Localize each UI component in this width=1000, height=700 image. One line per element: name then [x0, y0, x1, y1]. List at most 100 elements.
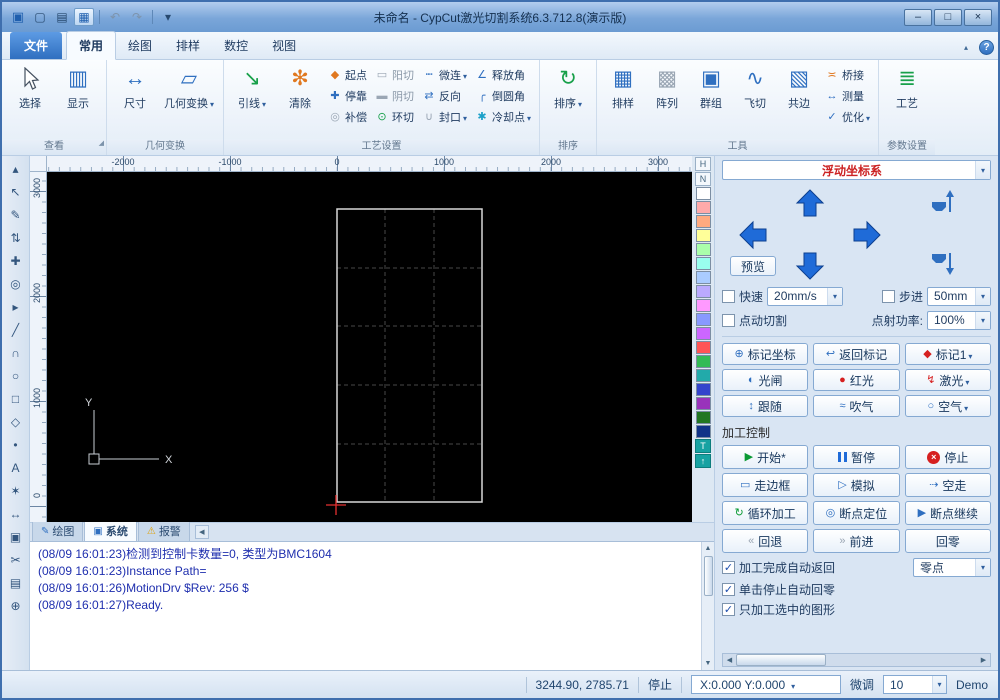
lead-line-button[interactable]: ↘ 引线 — [229, 62, 275, 139]
collapse-ribbon-icon[interactable] — [958, 41, 974, 55]
star-tool-icon[interactable]: ✶ — [5, 480, 27, 501]
open-file-icon[interactable]: ▤ — [52, 8, 72, 26]
measure-item[interactable]: ↔ 测量 — [822, 87, 873, 104]
fly-cut-button[interactable]: ∿ 飞切 — [734, 62, 776, 139]
frame-button[interactable]: ▭ 走边框 — [722, 473, 809, 497]
burst-power-select[interactable]: 100% — [927, 310, 991, 330]
loop-button[interactable]: ↻ 循环加工 — [722, 501, 809, 525]
color-swatch[interactable] — [695, 341, 711, 354]
bridge-item[interactable]: ≍ 桥接 — [822, 66, 873, 83]
step-select[interactable]: 50mm — [927, 286, 991, 306]
color-swatch[interactable] — [695, 411, 711, 424]
color-swatch[interactable] — [695, 243, 711, 256]
common-edge-button[interactable]: ▧ 共边 — [778, 62, 820, 139]
scroll-thumb[interactable] — [736, 654, 826, 666]
workpiece-rect[interactable] — [336, 208, 483, 503]
zoom-tool-icon[interactable]: ◎ — [5, 273, 27, 294]
order-edit-tool-icon[interactable]: ⇅ — [5, 227, 27, 248]
dry-run-button[interactable]: ⇢ 空走 — [904, 473, 991, 497]
auto-return-checkbox[interactable] — [722, 560, 735, 574]
maximize-button[interactable]: □ — [934, 8, 962, 26]
step-checkbox[interactable] — [881, 289, 895, 303]
color-swatch[interactable] — [695, 383, 711, 396]
color-swatch[interactable] — [695, 355, 711, 368]
color-swatch[interactable] — [695, 257, 711, 270]
scroll-left-icon[interactable] — [723, 654, 736, 666]
jog-cut-checkbox[interactable] — [722, 313, 735, 327]
report-tool-icon[interactable]: ▤ — [5, 572, 27, 593]
laser-button[interactable]: ↯ 激光 — [904, 369, 991, 391]
log-vertical-scrollbar[interactable] — [701, 542, 714, 670]
position-readout[interactable]: X:0.000 Y:0.000 — [690, 675, 841, 694]
craft-button[interactable]: ≣ 工艺 — [884, 62, 930, 139]
speed-select[interactable]: 20mm/s — [767, 286, 844, 306]
coordinate-system-select[interactable]: 浮动坐标系 — [722, 160, 991, 180]
red-light-button[interactable]: ● 红光 — [813, 369, 900, 391]
frame-tool-icon[interactable]: ▣ — [5, 526, 27, 547]
fine-tune-select[interactable]: 10 — [882, 675, 947, 694]
scroll-up-icon[interactable] — [702, 542, 715, 555]
new-file-icon[interactable]: ▢ — [30, 8, 50, 26]
jog-up-button[interactable] — [795, 188, 825, 218]
mark-coord-button[interactable]: ⊕ 标记坐标 — [722, 343, 809, 365]
laser-head-up-button[interactable] — [926, 188, 956, 219]
color-swatch[interactable] — [695, 215, 711, 228]
selected-only-checkbox[interactable] — [722, 602, 735, 616]
palette-t-icon[interactable]: T — [695, 439, 711, 453]
jog-down-button[interactable] — [795, 251, 825, 281]
color-swatch[interactable] — [695, 229, 711, 242]
group-button[interactable]: ▣ 群组 — [690, 62, 732, 139]
mark1-button[interactable]: ◆ 标记1 — [904, 343, 991, 365]
node-edit-tool-icon[interactable]: ✎ — [5, 204, 27, 225]
simulate-button[interactable]: ▷ 模拟 — [813, 473, 900, 497]
dock-item[interactable]: ✚ 停靠 — [325, 87, 370, 104]
line-tool-icon[interactable]: ╱ — [5, 319, 27, 340]
stop-button[interactable]: 停止 — [904, 445, 991, 469]
origin-tool-icon[interactable]: ⊕ — [5, 595, 27, 616]
minimize-button[interactable]: – — [904, 8, 932, 26]
app-icon[interactable]: ▣ — [8, 8, 28, 26]
tab-draw[interactable]: 绘图 — [116, 32, 164, 59]
array-button[interactable]: ▩ 阵列 — [646, 62, 688, 139]
start-point-item[interactable]: ◆ 起点 — [325, 66, 370, 83]
start-button[interactable]: ▶ 开始* — [722, 445, 809, 469]
log-tab-alarm[interactable]: ⚠ 报警 — [137, 520, 190, 541]
palette-n-icon[interactable]: N — [695, 172, 711, 186]
qat-more-icon[interactable]: ▾ — [158, 8, 178, 26]
palette-up-icon[interactable]: ↑ — [695, 454, 711, 468]
forward-button[interactable]: » 前进 — [813, 529, 900, 553]
color-swatch[interactable] — [695, 327, 711, 340]
inner-cut-item[interactable]: ▬ 阴切 — [372, 87, 417, 104]
jog-left-button[interactable] — [738, 220, 768, 250]
polygon-tool-icon[interactable]: ◇ — [5, 411, 27, 432]
select-button[interactable]: 选择 — [7, 62, 53, 139]
micro-joint-item[interactable]: ┉ 微连 — [419, 66, 470, 83]
color-swatch[interactable] — [695, 285, 711, 298]
arc-tool-icon[interactable]: ∩ — [5, 342, 27, 363]
color-swatch[interactable] — [695, 313, 711, 326]
fast-checkbox[interactable] — [722, 289, 735, 303]
sort-button[interactable]: ↻ 排序 — [545, 62, 591, 139]
tab-nc[interactable]: 数控 — [212, 32, 260, 59]
scroll-thumb[interactable] — [703, 556, 713, 596]
cooling-point-item[interactable]: ✱ 冷却点 — [472, 108, 534, 125]
close-button[interactable]: × — [964, 8, 992, 26]
select-tool-icon[interactable]: ↖ — [5, 181, 27, 202]
clear-button[interactable]: ✻ 清除 — [277, 62, 323, 139]
drawing-canvas[interactable]: Y X — [47, 172, 692, 522]
return-mark-button[interactable]: ↩ 返回标记 — [813, 343, 900, 365]
circle-tool-icon[interactable]: ○ — [5, 365, 27, 386]
color-swatch[interactable] — [695, 201, 711, 214]
measure-tool-icon[interactable]: ↔ — [5, 503, 27, 524]
size-button[interactable]: ↔ 尺寸 — [112, 62, 158, 139]
release-corner-item[interactable]: ∠ 释放角 — [472, 66, 534, 83]
breakpoint-locate-button[interactable]: ◎ 断点定位 — [813, 501, 900, 525]
palette-h-icon[interactable]: H — [695, 157, 711, 171]
home-button[interactable]: 回零 — [904, 529, 991, 553]
dialog-launcher-icon[interactable]: ◢ — [99, 136, 104, 152]
back-button[interactable]: «回退 — [722, 529, 809, 553]
blow-button[interactable]: ≈ 吹气 — [813, 395, 900, 417]
point-tool-icon[interactable]: • — [5, 434, 27, 455]
pan-tool-icon[interactable]: ✚ — [5, 250, 27, 271]
jog-right-button[interactable] — [852, 220, 882, 250]
